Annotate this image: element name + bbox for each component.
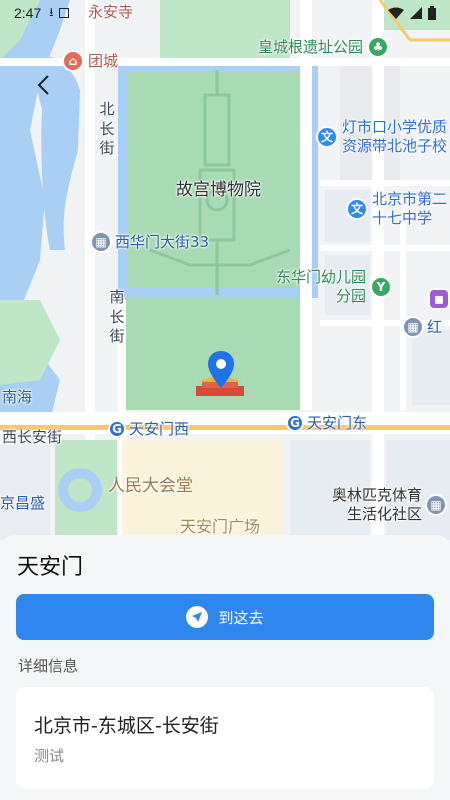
back-button[interactable] [28, 70, 58, 100]
poi-xihuamen[interactable]: ▦ 西华门大街33 [90, 231, 209, 253]
kindergarten-icon: Y [370, 275, 392, 298]
label-changsheng: 京昌盛 [0, 494, 46, 512]
label-xihuamen-street: 西华门大街33 [115, 232, 210, 251]
label-beichangjie: 北长街 [99, 100, 115, 157]
location-marker[interactable] [196, 350, 244, 396]
navigate-button-label: 到这去 [218, 608, 264, 627]
poi-hong[interactable]: ▦ 红 [402, 316, 442, 338]
detail-header: 详细信息 [18, 657, 79, 675]
address-text: 北京市-东城区-长安街 [34, 715, 219, 737]
subway-icon: G [108, 420, 126, 439]
detail-card: 北京市-东城区-长安街 测试 [16, 687, 434, 789]
label-nanhai: 南海 [2, 388, 33, 406]
navigation-icon [186, 606, 209, 628]
label-tiananmen-east: 天安门东 [307, 414, 368, 432]
landmark-icon: ⌂ [62, 50, 84, 72]
status-time: 2:47 [14, 5, 42, 21]
label-dengshikou-school: 灯市口小学优质资源带北池子校 [342, 118, 448, 155]
note-text: 测试 [34, 747, 65, 765]
label-nanchangjie: 南长街 [109, 288, 125, 345]
poi-dengshikou-school[interactable]: 文 灯市口小学优质资源带北池子校 [316, 118, 450, 156]
label-tiananmen-west: 天安门西 [129, 420, 190, 438]
label-tuancheng: 团城 [88, 51, 119, 70]
poi-tuancheng[interactable]: ⌂ 团城 [62, 50, 118, 72]
school-icon: 文 [316, 125, 338, 148]
map-view[interactable]: 2:47 ⭳ 永安寺 ⌂ 团城 皇城根遗址公园 ♣ 北长街 南长街 文 灯市口小… [0, 0, 450, 540]
place-detail-sheet: 天安门 到这去 详细信息 北京市-东城区-长安街 测试 [0, 535, 450, 800]
building-icon: ▦ [425, 493, 447, 516]
place-title: 天安门 [17, 555, 84, 580]
screenshot-icon [59, 8, 70, 18]
wifi-icon [388, 7, 404, 19]
back-arrow-icon [37, 75, 49, 95]
subway-icon: G [286, 414, 304, 433]
navigate-button[interactable]: 到这去 [16, 594, 434, 640]
label-donghuamen-kindergarten: 东华门幼儿园分园 [275, 268, 366, 305]
label-olympic-center: 奥林匹克体育生活化社区 [331, 486, 422, 523]
signal-icon [410, 7, 422, 19]
poi-donghuamen-kindergarten[interactable]: 东华门幼儿园分园 Y [268, 268, 392, 306]
shopping-bag-icon[interactable]: ◼ [428, 288, 450, 310]
status-bar: 2:47 ⭳ [0, 0, 450, 26]
label-forbidden-city: 故宫博物院 [176, 180, 261, 200]
building-icon: ▦ [402, 316, 424, 338]
label-hong: 红 [427, 317, 443, 336]
poi-beijing-27-school[interactable]: 文 北京市第二十七中学 [346, 190, 448, 228]
park-icon: ♣ [367, 36, 390, 58]
label-beijing-27-school: 北京市第二十七中学 [372, 190, 448, 227]
school-icon: 文 [346, 197, 368, 220]
label-great-hall: 人民大会堂 [108, 476, 193, 496]
battery-icon [428, 6, 436, 20]
label-xichangan: 西长安街 [2, 428, 63, 446]
building-icon: ▦ [90, 231, 112, 253]
download-icon: ⭳ [49, 4, 54, 19]
poi-huangcheng-park[interactable]: 皇城根遗址公园 ♣ [258, 36, 390, 58]
poi-tiananmen-west[interactable]: G 天安门西 [108, 420, 189, 439]
label-tiananmen-square: 天安门广场 [180, 517, 261, 536]
poi-tiananmen-east[interactable]: G 天安门东 [286, 414, 367, 433]
label-huangcheng-park: 皇城根遗址公园 [258, 37, 364, 56]
location-pin-icon [208, 351, 234, 388]
poi-olympic-center[interactable]: 奥林匹克体育生活化社区 ▦ [322, 486, 447, 524]
